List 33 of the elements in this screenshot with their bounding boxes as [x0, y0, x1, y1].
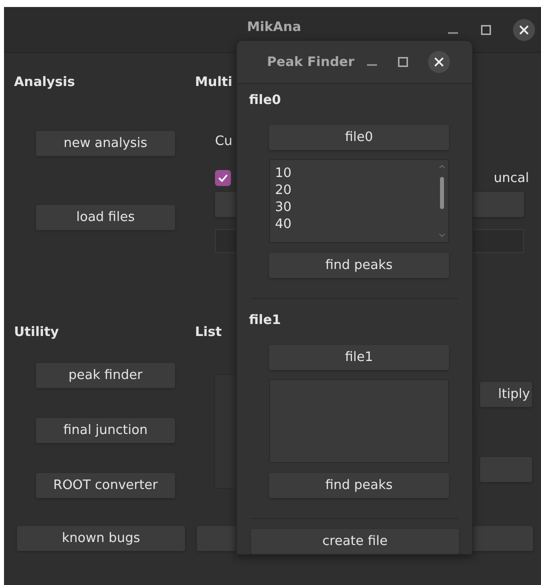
list-item[interactable]: 30: [275, 199, 292, 216]
window-title: Peak Finder: [267, 54, 354, 70]
find-peaks-button[interactable]: find peaks: [269, 473, 449, 498]
section-heading: Analysis: [14, 75, 75, 91]
file-heading: file0: [249, 93, 281, 109]
file-button[interactable]: file1: [269, 345, 449, 370]
file-button[interactable]: file0: [269, 125, 449, 150]
checkbox-label: uncal: [494, 170, 529, 186]
maximize-icon[interactable]: [481, 24, 491, 34]
checkmark-icon: [217, 172, 229, 184]
find-peaks-button[interactable]: find peaks: [269, 253, 449, 278]
create-file-button[interactable]: create file: [251, 529, 459, 554]
button[interactable]: peak finder: [36, 363, 175, 388]
button[interactable]: final junction: [36, 418, 175, 443]
known-bugs-button[interactable]: known bugs: [17, 526, 185, 551]
close-icon[interactable]: [513, 18, 535, 40]
file-heading: file1: [249, 313, 281, 329]
section-heading: List: [195, 325, 222, 341]
maximize-icon[interactable]: [398, 57, 408, 67]
list-item[interactable]: 10: [275, 165, 292, 182]
button[interactable]: new analysis: [36, 131, 175, 156]
button[interactable]: load files: [36, 205, 175, 230]
list-item[interactable]: 40: [275, 216, 292, 233]
field-label: Cu: [215, 134, 232, 150]
window-title: MikAna: [247, 20, 302, 35]
section-heading: Utility: [14, 325, 59, 341]
checkbox[interactable]: [215, 170, 231, 186]
button[interactable]: ROOT converter: [36, 473, 175, 498]
section-heading: Multi: [195, 75, 232, 91]
list-item[interactable]: 20: [275, 182, 292, 199]
list-box[interactable]: 10 20 30 40: [269, 159, 449, 243]
multiply-button[interactable]: ltiply: [480, 382, 532, 407]
close-icon[interactable]: [428, 51, 450, 73]
